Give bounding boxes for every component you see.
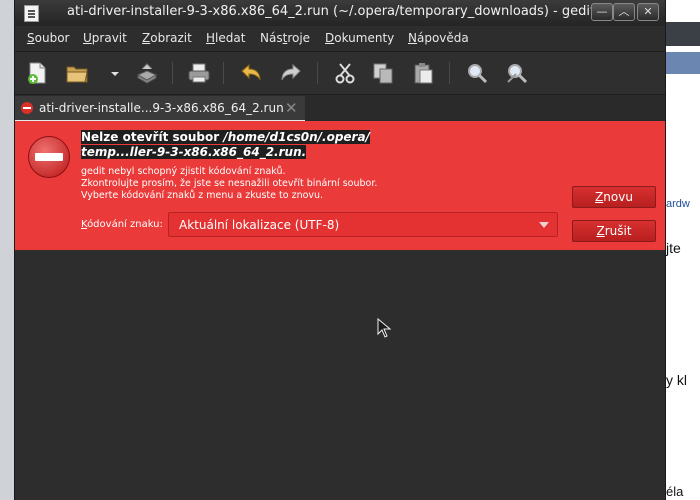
toolbar [15,52,665,95]
toolbar-separator [172,62,173,84]
title-bar[interactable]: ati-driver-installer-9-3-x86.x86_64_2.ru… [15,0,665,26]
cut-icon[interactable] [333,61,357,85]
paste-icon[interactable] [411,61,435,85]
error-icon [28,136,70,178]
find-replace-icon[interactable] [505,61,529,85]
toolbar-separator [317,62,318,84]
tab-label: ati-driver-installe...9-3-x86.x86_64_2.r… [39,101,284,115]
background-text-fragment: jte [666,240,681,256]
encoding-selected-value: Aktuální lokalizace (UTF-8) [179,218,340,232]
background-toolbar [664,22,700,46]
mouse-pointer-icon [377,318,391,338]
maximize-button[interactable]: ︿ [613,3,635,21]
copy-icon[interactable] [371,61,395,85]
encoding-select[interactable]: Aktuální lokalizace (UTF-8) [168,212,558,237]
background-text-fragment: y kl [666,372,687,388]
toolbar-separator [223,62,224,84]
menu-nastroje[interactable]: Nástroje [260,31,310,45]
error-stop-icon [21,102,33,114]
error-message-line: Vyberte kódování znaků z menu a zkuste t… [81,190,324,201]
background-tab-strip [664,52,700,74]
minimize-button[interactable]: — [591,3,613,21]
open-folder-icon[interactable] [65,61,89,85]
background-text-fragment: ardw [666,198,690,210]
menu-hledat[interactable]: Hledat [206,31,245,45]
tab-bar: ati-driver-installe...9-3-x86.x86_64_2.r… [15,95,665,122]
menu-bar: Soubor Upravit Zobrazit Hledat Nástroje … [15,27,665,52]
dropdown-arrow-icon [539,222,549,228]
find-icon[interactable] [465,61,489,85]
print-icon[interactable] [187,61,211,85]
menu-napoveda[interactable]: Nápověda [408,31,469,45]
error-heading: Nelze otevřít soubor /home/d1cs0n/.opera… [81,130,370,159]
menu-upravit[interactable]: Upravit [83,31,127,45]
background-text-fragment: éla [666,484,684,499]
undo-icon[interactable] [239,61,263,85]
close-window-button[interactable]: ✕ [637,3,659,21]
encoding-label: Kódování znaku: [81,219,163,230]
save-icon[interactable] [135,61,159,85]
recent-files-dropdown-icon[interactable] [103,61,119,85]
toolbar-separator [449,62,450,84]
redo-icon[interactable] [279,61,303,85]
error-infobar: Nelze otevřít soubor /home/d1cs0n/.opera… [15,121,665,250]
menu-soubor[interactable]: Soubor [27,31,69,45]
retry-button[interactable]: Znovu [572,186,656,208]
gedit-window: ati-driver-installer-9-3-x86.x86_64_2.ru… [14,0,666,500]
error-message-line: gedit nebyl schopný zjistit kódování zna… [81,166,286,177]
menu-dokumenty[interactable]: Dokumenty [325,31,394,45]
background-window: ardw jte y kl éla [664,0,700,500]
window-title: ati-driver-installer-9-3-x86.x86_64_2.ru… [67,4,596,19]
close-tab-icon[interactable]: ✕ [285,99,298,117]
document-tab[interactable]: ati-driver-installe...9-3-x86.x86_64_2.r… [15,96,305,122]
editor-area[interactable] [15,250,665,500]
new-document-icon[interactable] [25,61,49,85]
error-message-line: Zkontrolujte prosím, že jste se nesnažil… [81,178,378,189]
gedit-app-icon[interactable] [24,5,39,22]
menu-zobrazit[interactable]: Zobrazit [142,31,192,45]
cancel-button[interactable]: Zrušit [572,220,656,242]
